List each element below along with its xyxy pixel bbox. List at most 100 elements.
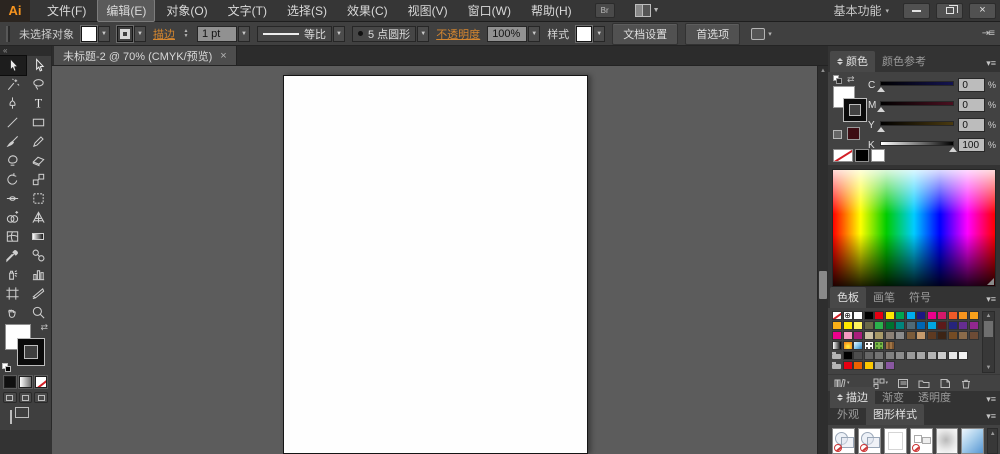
graphic-style-default[interactable] <box>832 428 855 454</box>
menu-object[interactable]: 对象(O) <box>157 0 216 22</box>
style-swatch[interactable] <box>575 24 594 43</box>
swatch-folder[interactable] <box>832 351 842 360</box>
graphic-style-none[interactable] <box>909 428 933 454</box>
swatch[interactable] <box>947 331 958 341</box>
swatch-folder[interactable] <box>832 361 842 370</box>
swatch[interactable] <box>895 321 905 331</box>
swatch[interactable] <box>968 321 979 331</box>
swatch[interactable] <box>926 321 937 331</box>
swatch[interactable] <box>853 331 863 341</box>
panel-menu-icon[interactable]: ▾≡ <box>986 411 996 422</box>
swatch[interactable] <box>926 351 937 361</box>
stroke-weight-dropdown[interactable]: ▼ <box>238 25 250 42</box>
menu-effect[interactable]: 效果(C) <box>338 0 397 22</box>
tab-swatches[interactable]: 色板 <box>830 287 866 309</box>
swatch[interactable] <box>937 351 947 361</box>
swatch[interactable] <box>937 321 947 331</box>
perspective-grid-tool[interactable] <box>26 208 52 227</box>
cyan-value-field[interactable]: 0 <box>958 78 985 92</box>
panel-menu-icon[interactable]: ▾≡ <box>986 394 996 405</box>
tools-panel-collapse[interactable]: « <box>0 46 51 56</box>
swatch[interactable] <box>926 311 937 321</box>
swatch[interactable] <box>842 331 853 341</box>
collapse-control-bar-icon[interactable]: ⇥≡ <box>982 28 995 39</box>
paintbrush-tool[interactable] <box>0 132 26 151</box>
swatch[interactable] <box>895 311 905 321</box>
mesh-tool[interactable] <box>0 227 26 246</box>
touch-cursor-button[interactable]: ▾ <box>751 27 772 40</box>
minimize-button[interactable] <box>903 2 930 19</box>
slice-tool[interactable] <box>26 284 52 303</box>
graphic-style-default-alt[interactable] <box>857 428 881 454</box>
swatch-registration[interactable] <box>842 311 853 321</box>
none-mode-button[interactable] <box>33 375 49 389</box>
blend-tool[interactable] <box>26 246 52 265</box>
swatch[interactable] <box>895 331 905 341</box>
symbol-sprayer-tool[interactable] <box>0 265 26 284</box>
swatch-pattern-leaf[interactable] <box>874 341 884 351</box>
artboard-tool[interactable] <box>0 284 26 303</box>
color-stroke-swatch[interactable] <box>843 98 867 122</box>
brush-dropdown[interactable]: ▼ <box>417 25 430 42</box>
yellow-slider[interactable] <box>876 120 955 132</box>
delete-swatch-button[interactable] <box>960 378 972 389</box>
swatch[interactable] <box>842 321 853 331</box>
graphic-styles-scrollbar[interactable]: ▲ <box>987 428 999 454</box>
swatch[interactable] <box>905 351 916 361</box>
shape-builder-tool[interactable] <box>0 208 26 227</box>
hand-tool[interactable] <box>0 303 26 322</box>
stroke-swatch[interactable] <box>17 338 45 366</box>
swap-fill-stroke-icon[interactable]: ⇄ <box>40 322 48 333</box>
menu-help[interactable]: 帮助(H) <box>522 0 581 22</box>
swatch[interactable] <box>853 311 863 321</box>
swatch-none[interactable] <box>832 311 842 321</box>
swatch[interactable] <box>916 311 926 321</box>
default-fill-stroke-icon[interactable] <box>2 363 12 372</box>
scale-tool[interactable] <box>26 170 52 189</box>
stroke-weight-field[interactable]: 1 pt <box>197 25 237 42</box>
swatch[interactable] <box>905 311 916 321</box>
vertical-scrollbar[interactable]: ▲ <box>817 66 828 454</box>
swatch[interactable] <box>832 321 842 331</box>
swatch[interactable] <box>884 311 895 321</box>
swatch[interactable] <box>958 351 968 361</box>
swatch[interactable] <box>874 361 884 371</box>
tab-brushes[interactable]: 画笔 <box>866 287 902 308</box>
resize-grip-icon[interactable] <box>987 278 994 286</box>
swatch[interactable] <box>863 321 874 331</box>
swatch[interactable] <box>874 321 884 331</box>
rectangle-tool[interactable] <box>26 113 52 132</box>
swatch[interactable] <box>947 311 958 321</box>
swatch[interactable] <box>842 351 853 361</box>
color-spectrum[interactable] <box>832 169 996 288</box>
swatch[interactable] <box>853 361 863 371</box>
out-of-web-color-icon[interactable] <box>833 130 842 139</box>
swatch[interactable] <box>842 361 853 371</box>
swatch[interactable] <box>863 351 874 361</box>
line-segment-tool[interactable] <box>0 113 26 132</box>
swatch[interactable] <box>863 311 874 321</box>
direct-selection-tool[interactable] <box>26 56 52 75</box>
yellow-value-field[interactable]: 0 <box>958 118 985 132</box>
scroll-down-icon[interactable]: ▼ <box>986 364 992 372</box>
swatch[interactable] <box>863 331 874 341</box>
width-tool[interactable] <box>0 189 26 208</box>
variable-width-profile-select[interactable]: 等比 <box>257 25 332 42</box>
workspace-switcher[interactable]: 基本功能 ▾ <box>833 2 897 19</box>
swatch[interactable] <box>926 331 937 341</box>
mini-fill-stroke-icon[interactable] <box>833 75 842 84</box>
arrange-documents-button[interactable]: ▼ <box>634 4 660 17</box>
stroke-dropdown-button[interactable]: ▼ <box>134 25 146 42</box>
swatch[interactable] <box>874 311 884 321</box>
swatches-scrollbar[interactable]: ▲ ▼ <box>982 311 995 374</box>
artboard[interactable] <box>283 75 588 454</box>
swatch-pattern-dots[interactable] <box>863 341 874 351</box>
magenta-slider[interactable] <box>876 100 955 112</box>
graphic-style-blue-gradient[interactable] <box>961 428 985 454</box>
swatch[interactable] <box>905 331 916 341</box>
swatch[interactable] <box>905 321 916 331</box>
swatch[interactable] <box>916 321 926 331</box>
white-swatch[interactable] <box>871 149 885 163</box>
tab-appearance[interactable]: 外观 <box>830 404 866 425</box>
swatch[interactable] <box>968 331 979 341</box>
